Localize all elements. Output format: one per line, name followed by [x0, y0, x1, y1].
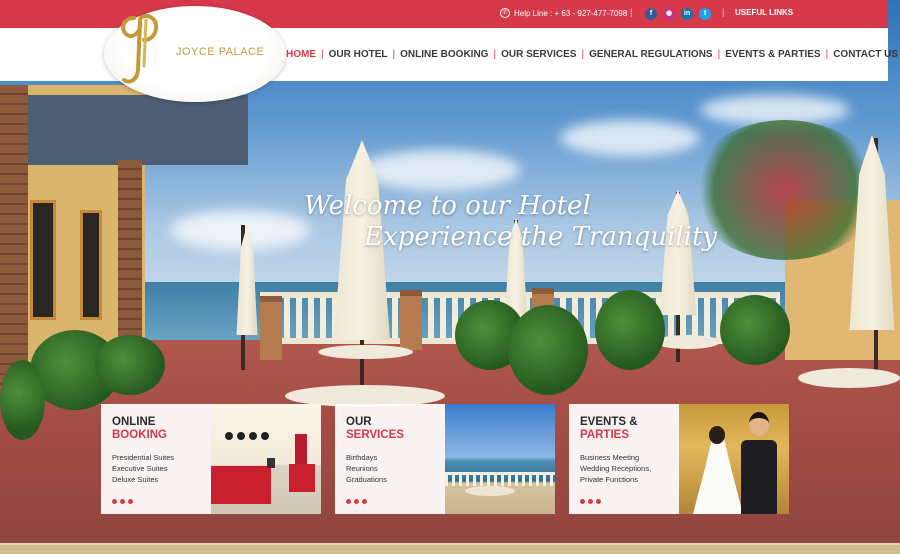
balcony [0, 95, 248, 165]
card-list-item[interactable]: Graduations [346, 474, 445, 485]
card-list-item[interactable]: Wedding Receptions, [580, 463, 679, 474]
brick-column [0, 85, 28, 385]
potted-plant [508, 305, 588, 395]
cloud [560, 120, 700, 156]
card-list: Birthdays Reunions Graduations [346, 452, 445, 485]
nav-our-hotel[interactable]: OUR HOTEL [329, 49, 388, 60]
bottom-strip [0, 543, 900, 554]
nav-divider: | [321, 49, 324, 60]
pillar [260, 296, 282, 360]
nav-divider: | [717, 49, 721, 60]
facebook-icon[interactable]: f [645, 8, 657, 20]
card-text: OUR SERVICES Birthdays Reunions Graduati… [335, 404, 445, 514]
more-dots[interactable] [112, 499, 133, 504]
logo-text[interactable]: JOYCE PALACE [176, 46, 264, 58]
helpline[interactable]: ✆ Help Line : + 63 - 927-477-7098 [500, 8, 627, 18]
more-dots[interactable] [580, 499, 601, 504]
card-text: ONLINE BOOKING Presidential Suites Execu… [101, 404, 211, 514]
brick-column [118, 160, 142, 360]
nav-divider: | [392, 49, 396, 60]
card-list-item[interactable]: Birthdays [346, 452, 445, 463]
nav-events-parties[interactable]: EVENTS & PARTIES [725, 49, 820, 60]
instagram-icon[interactable]: ◉ [663, 8, 675, 20]
card-title-accent: SERVICES [346, 429, 404, 441]
nav-home[interactable]: HOME [286, 49, 316, 60]
seaside-image [445, 404, 555, 514]
patio-table [798, 368, 900, 388]
potted-plant [720, 295, 790, 365]
logo-icon [121, 13, 159, 84]
flowering-tree [690, 120, 880, 260]
social-links: f ◉ in t [645, 8, 711, 20]
nav-divider: | [581, 49, 585, 60]
card-list-item[interactable]: Deluxe Suites [112, 474, 211, 485]
card-list-item[interactable]: Reunions [346, 463, 445, 474]
nav-divider: | [493, 49, 497, 60]
nav-online-booking[interactable]: ONLINE BOOKING [400, 49, 488, 60]
card-text: EVENTS & PARTIES Business Meeting Weddin… [569, 404, 679, 514]
divider: | [722, 7, 725, 17]
potted-plant [595, 290, 665, 370]
main-nav: HOME | OUR HOTEL | ONLINE BOOKING | OUR … [286, 49, 898, 60]
nav-contact-us[interactable]: CONTACT US [833, 49, 898, 60]
window [30, 200, 56, 320]
card-online-booking[interactable]: ONLINE BOOKING Presidential Suites Execu… [101, 404, 321, 514]
card-list: Business Meeting Wedding Receptions, Pri… [580, 452, 679, 485]
wedding-image [679, 404, 789, 514]
card-list-item[interactable]: Executive Suites [112, 463, 211, 474]
divider: | [630, 7, 633, 17]
card-title: OUR [346, 416, 372, 428]
card-title: EVENTS & [580, 416, 638, 428]
nav-divider: | [825, 49, 829, 60]
patio-table [318, 345, 413, 359]
patio-table [655, 335, 720, 349]
card-list-item[interactable]: Private Functions [580, 474, 679, 485]
card-list-item[interactable]: Business Meeting [580, 452, 679, 463]
cloud [170, 210, 310, 250]
nav-our-services[interactable]: OUR SERVICES [501, 49, 576, 60]
card-list: Presidential Suites Executive Suites Del… [112, 452, 211, 485]
card-title-accent: BOOKING [112, 429, 167, 441]
helpline-text: Help Line : + 63 - 927-477-7098 [514, 8, 628, 18]
nav-general-regulations[interactable]: GENERAL REGULATIONS [589, 49, 713, 60]
potted-plant [0, 360, 45, 440]
card-events-parties[interactable]: EVENTS & PARTIES Business Meeting Weddin… [569, 404, 789, 514]
twitter-icon[interactable]: t [699, 8, 711, 20]
window [80, 210, 102, 320]
pillar [400, 290, 422, 350]
card-title: ONLINE [112, 416, 156, 428]
cloud [360, 150, 520, 190]
linkedin-icon[interactable]: in [681, 8, 693, 20]
potted-plant [95, 335, 165, 395]
hero-subheading: Experience the Tranquility [364, 222, 718, 252]
card-list-item[interactable]: Presidential Suites [112, 452, 211, 463]
useful-links[interactable]: USEFUL LINKS [735, 8, 793, 17]
card-title-accent: PARTIES [580, 429, 629, 441]
hero-heading: Welcome to our Hotel [304, 191, 591, 221]
card-our-services[interactable]: OUR SERVICES Birthdays Reunions Graduati… [335, 404, 555, 514]
lobby-image [211, 404, 321, 514]
phone-icon: ✆ [500, 8, 510, 18]
more-dots[interactable] [346, 499, 367, 504]
